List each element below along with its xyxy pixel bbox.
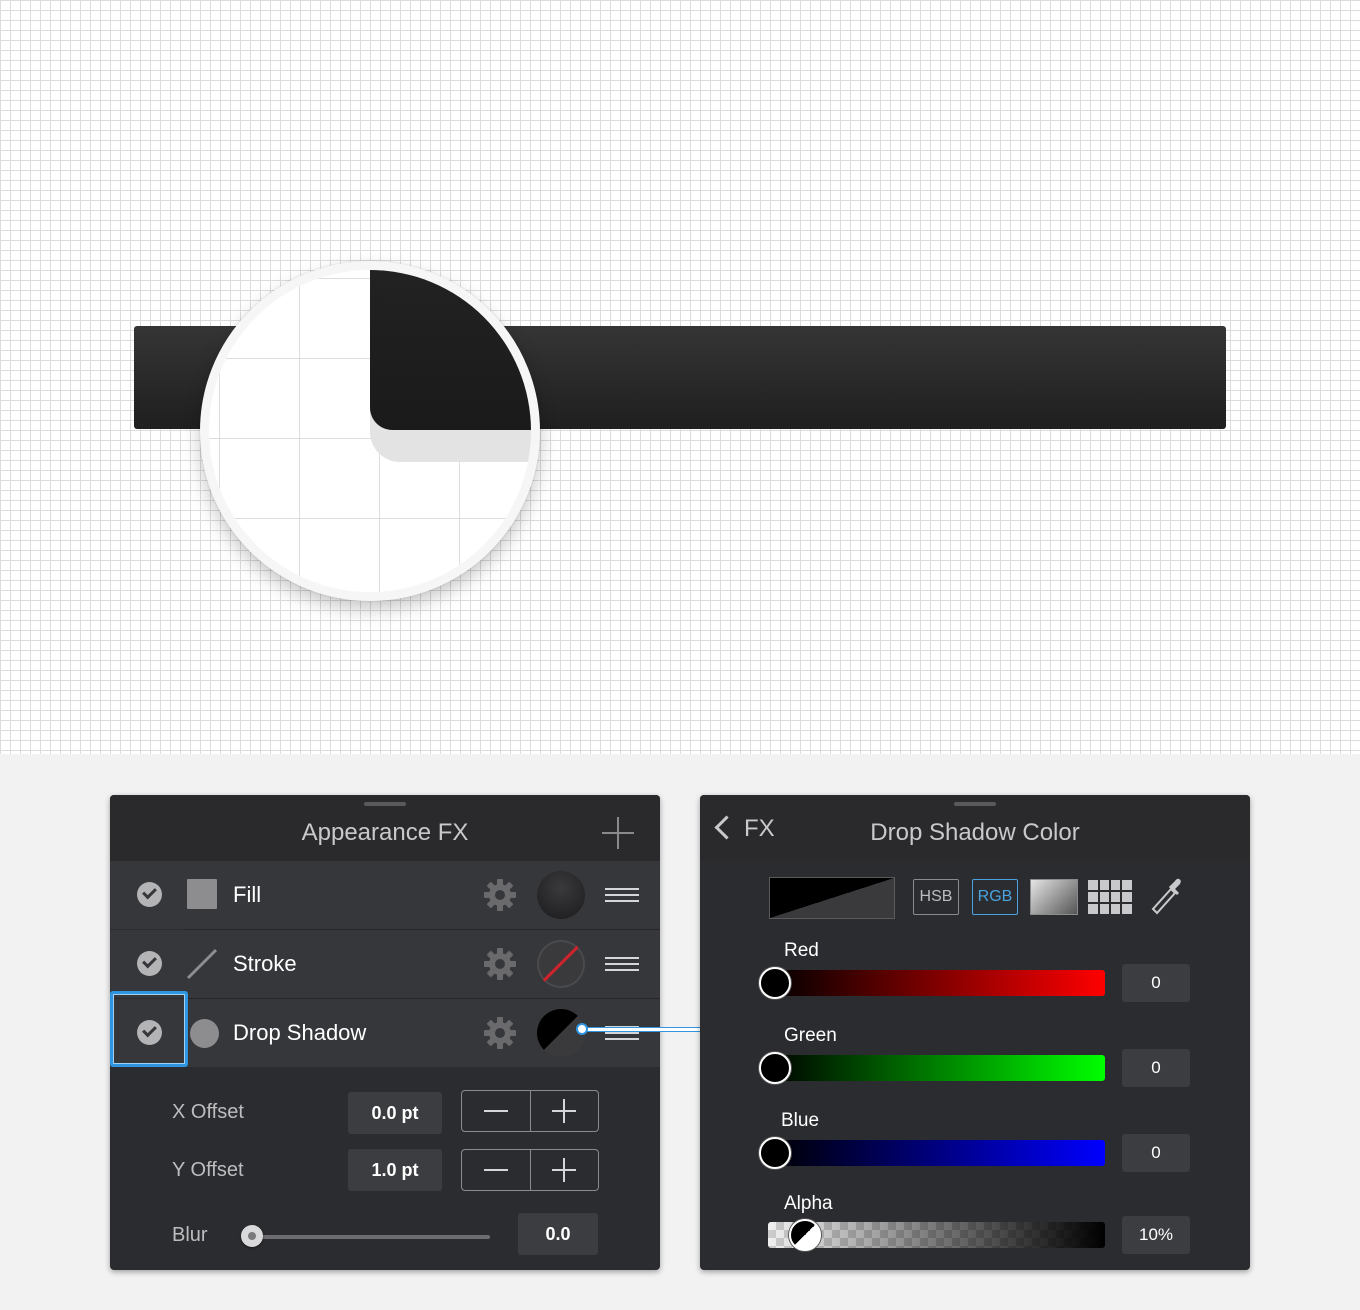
effect-row-stroke[interactable]: Stroke [110, 930, 660, 998]
panel-header: FX Drop Shadow Color [700, 795, 1250, 861]
alpha-slider-thumb[interactable] [789, 1219, 821, 1251]
blue-slider-thumb[interactable] [759, 1137, 791, 1169]
gear-icon[interactable] [483, 1016, 517, 1050]
fill-color-swatch[interactable] [537, 871, 585, 919]
callout-dot [576, 1023, 588, 1035]
blue-value-field[interactable]: 0 [1122, 1134, 1190, 1172]
artboard-canvas[interactable] [0, 0, 1360, 754]
check-icon[interactable] [137, 951, 162, 976]
blue-label: Blue [781, 1110, 820, 1131]
blur-slider-thumb[interactable] [241, 1225, 263, 1247]
increment-button[interactable] [530, 1091, 598, 1131]
x-offset-stepper[interactable] [461, 1090, 599, 1132]
red-label: Red [784, 940, 819, 961]
decrement-button[interactable] [462, 1150, 531, 1190]
y-offset-field[interactable]: 1.0 pt [348, 1149, 442, 1191]
drop-shadow-circle-icon [190, 1019, 219, 1048]
blur-label: Blur [172, 1224, 208, 1246]
blur-slider-track[interactable] [250, 1235, 490, 1239]
alpha-value-field[interactable]: 10% [1122, 1216, 1190, 1254]
effect-label: Fill [233, 882, 262, 907]
x-offset-label: X Offset [172, 1101, 244, 1123]
green-label: Green [784, 1025, 837, 1046]
check-icon[interactable] [137, 882, 162, 907]
decrement-button[interactable] [462, 1091, 531, 1131]
effect-row-fill[interactable]: Fill [110, 861, 660, 929]
blue-slider-track[interactable] [768, 1140, 1105, 1166]
increment-button[interactable] [530, 1150, 598, 1190]
stroke-line-icon [186, 948, 218, 980]
highlight-frame [110, 991, 188, 1067]
red-slider-track[interactable] [768, 970, 1105, 996]
y-offset-label: Y Offset [172, 1159, 244, 1181]
red-value-field[interactable]: 0 [1122, 964, 1190, 1002]
fill-square-icon [187, 879, 217, 909]
reorder-handle-icon[interactable] [605, 957, 639, 971]
gear-icon[interactable] [483, 947, 517, 981]
effect-label: Stroke [233, 951, 297, 976]
zoom-magnifier [200, 261, 540, 601]
gear-icon[interactable] [483, 878, 517, 912]
add-effect-button[interactable] [602, 817, 634, 849]
panel-header: Appearance FX [110, 795, 660, 861]
reorder-handle-icon[interactable] [605, 888, 639, 902]
gradient-mode-icon[interactable] [1030, 879, 1078, 915]
panel-grabber[interactable] [364, 802, 406, 806]
swatch-grid-icon[interactable] [1088, 880, 1132, 914]
blur-value-field[interactable]: 0.0 [518, 1213, 598, 1255]
rgb-mode-button[interactable]: RGB [972, 879, 1018, 915]
green-slider-thumb[interactable] [759, 1052, 791, 1084]
eyedropper-icon[interactable] [1149, 875, 1185, 915]
effect-label: Drop Shadow [233, 1020, 367, 1045]
hsb-mode-button[interactable]: HSB [913, 879, 959, 915]
callout-connector [586, 1027, 700, 1032]
red-slider-thumb[interactable] [759, 967, 791, 999]
drop-shadow-color-panel: FX Drop Shadow Color HSB RGB Red 0 Green… [700, 795, 1250, 1270]
green-value-field[interactable]: 0 [1122, 1049, 1190, 1087]
panel-title: Appearance FX [301, 819, 469, 846]
panel-grabber[interactable] [954, 802, 996, 806]
color-preview-swatch [769, 877, 895, 919]
x-offset-field[interactable]: 0.0 pt [348, 1092, 442, 1134]
alpha-label: Alpha [784, 1193, 833, 1214]
panel-title: Drop Shadow Color [870, 819, 1080, 846]
green-slider-track[interactable] [768, 1055, 1105, 1081]
stroke-color-swatch[interactable] [537, 940, 585, 988]
y-offset-stepper[interactable] [461, 1149, 599, 1191]
